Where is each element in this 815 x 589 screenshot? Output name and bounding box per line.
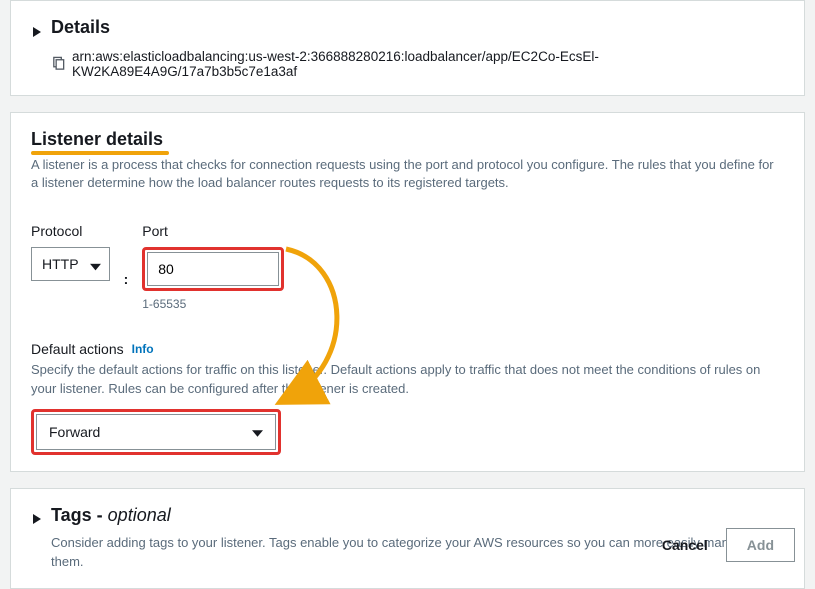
listener-description: A listener is a process that checks for … [31, 156, 784, 194]
default-actions-label: Default actions [31, 341, 124, 357]
port-range: 1-65535 [142, 297, 284, 311]
copy-icon[interactable] [51, 56, 66, 71]
arn-text: arn:aws:elasticloadbalancing:us-west-2:3… [72, 49, 784, 79]
caret-down-icon [90, 258, 101, 274]
cancel-button[interactable]: Cancel [662, 537, 708, 553]
details-title: Details [51, 17, 110, 38]
protocol-field: Protocol HTTP [31, 223, 110, 281]
details-panel: Details arn:aws:elasticloadbalancing:us-… [10, 0, 805, 96]
default-actions-label-row: Default actions Info [31, 341, 784, 357]
protocol-select[interactable]: HTTP [31, 247, 110, 281]
port-input[interactable] [147, 252, 279, 286]
add-button[interactable]: Add [726, 528, 795, 562]
action-highlight: Forward [31, 409, 281, 455]
default-action-select[interactable]: Forward [36, 414, 276, 450]
caret-down-icon [252, 424, 263, 440]
port-field: Port 1-65535 [142, 223, 284, 311]
info-link[interactable]: Info [132, 342, 154, 356]
details-header[interactable]: Details [31, 17, 110, 38]
port-highlight [142, 247, 284, 291]
port-label: Port [142, 223, 284, 239]
protocol-label: Protocol [31, 223, 110, 239]
default-actions-help: Specify the default actions for traffic … [31, 361, 784, 399]
protocol-value: HTTP [42, 256, 79, 272]
colon-separator: : [124, 271, 129, 287]
listener-panel: Listener details A listener is a process… [10, 112, 805, 472]
chevron-right-icon [31, 22, 43, 34]
default-action-value: Forward [49, 424, 100, 440]
arn-row: arn:aws:elasticloadbalancing:us-west-2:3… [31, 49, 784, 79]
protocol-port-row: Protocol HTTP : Port 1-65535 [31, 223, 784, 311]
highlight-underline [31, 151, 169, 155]
footer: Cancel Add [0, 516, 815, 574]
listener-title: Listener details [31, 129, 163, 150]
